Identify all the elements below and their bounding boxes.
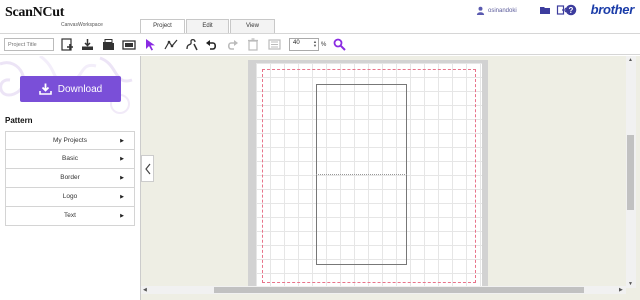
caret-right-icon: ▶: [120, 194, 124, 200]
scroll-up-arrow-icon[interactable]: ▲: [628, 57, 633, 63]
left-panel: Download Pattern My Projects ▶ Basic ▶ B…: [0, 56, 138, 300]
caret-right-icon: ▶: [120, 175, 124, 181]
delete-button[interactable]: [245, 37, 261, 52]
download-button[interactable]: Download: [20, 76, 121, 102]
undo-button[interactable]: [203, 37, 219, 52]
new-project-button[interactable]: [59, 37, 75, 52]
app-window: ScanNCut CanvasWorkspace Project Edit Vi…: [0, 0, 640, 300]
scan-icon: [122, 40, 136, 50]
undo-icon: [205, 40, 216, 50]
download-icon: [38, 83, 52, 95]
pattern-item-my-projects[interactable]: My Projects ▶: [5, 131, 135, 150]
scroll-down-arrow-icon[interactable]: ▼: [628, 281, 633, 287]
caret-right-icon: ▶: [120, 213, 124, 219]
zoom-input[interactable]: 40 ▲ ▼: [289, 38, 319, 51]
zoom-button[interactable]: [331, 37, 347, 52]
user-account[interactable]: osinandoki: [476, 6, 517, 15]
pattern-item-label: Border: [60, 174, 80, 181]
node-edit-icon: [164, 39, 178, 50]
pattern-item-basic[interactable]: Basic ▶: [5, 150, 135, 169]
download-label: Download: [57, 83, 103, 95]
import-icon: [81, 39, 93, 50]
tab-view[interactable]: View: [230, 19, 275, 33]
select-arrow-icon: [145, 39, 155, 51]
scan-button[interactable]: [121, 37, 137, 52]
new-project-icon: [60, 38, 73, 51]
select-tool-button[interactable]: [142, 37, 158, 52]
pattern-heading: Pattern: [5, 116, 33, 125]
caret-right-icon: ▶: [120, 138, 124, 144]
import-button[interactable]: [79, 37, 95, 52]
pattern-item-border[interactable]: Border ▶: [5, 169, 135, 188]
project-title-input[interactable]: [4, 38, 54, 51]
node-edit-button[interactable]: [163, 37, 179, 52]
freehand-button[interactable]: [183, 37, 199, 52]
tab-project[interactable]: Project: [140, 19, 185, 33]
fold-line: [316, 174, 407, 175]
zoom-value: 40: [293, 40, 300, 46]
help-icon[interactable]: ?: [565, 4, 577, 16]
chevron-left-icon: [144, 163, 150, 174]
pattern-item-logo[interactable]: Logo ▶: [5, 188, 135, 207]
svg-text:?: ?: [569, 6, 574, 15]
open-button[interactable]: [100, 37, 116, 52]
caret-right-icon: ▶: [120, 156, 124, 162]
pattern-item-label: My Projects: [53, 137, 87, 144]
open-folder-icon: [102, 39, 114, 50]
pattern-item-label: Logo: [62, 193, 78, 200]
zoom-spinner[interactable]: ▲ ▼: [313, 40, 317, 48]
scroll-left-arrow-icon[interactable]: ◀: [143, 287, 147, 293]
tab-edit[interactable]: Edit: [186, 19, 229, 33]
logo-text: ScanNCut: [5, 5, 65, 20]
fit-icon: [267, 39, 281, 50]
zoom-search-icon: [333, 38, 346, 51]
horizontal-scroll-thumb[interactable]: [214, 287, 584, 293]
pattern-menu: My Projects ▶ Basic ▶ Border ▶ Logo ▶ Te…: [5, 131, 135, 226]
freehand-icon: [185, 38, 198, 51]
username: osinandoki: [488, 7, 517, 14]
folder-icon[interactable]: [539, 4, 551, 16]
scroll-right-arrow-icon[interactable]: ▶: [619, 287, 623, 293]
menu-tabs: Project Edit View: [140, 19, 276, 33]
delete-icon: [248, 38, 258, 51]
fit-button[interactable]: [266, 37, 282, 52]
vertical-scroll-thumb[interactable]: [627, 135, 634, 210]
logo-subtext: CanvasWorkspace: [61, 22, 103, 28]
pattern-item-text[interactable]: Text ▶: [5, 207, 135, 226]
pattern-item-label: Text: [64, 212, 76, 219]
toolbar: 40 ▲▼ %: [0, 33, 640, 55]
user-icon: [476, 6, 485, 15]
redo-button[interactable]: [224, 37, 240, 52]
redo-icon: [227, 40, 238, 50]
collapse-panel-button[interactable]: [141, 155, 154, 182]
brother-logo: brother: [590, 2, 635, 17]
scanncut-logo[interactable]: ScanNCut CanvasWorkspace: [5, 2, 103, 34]
pattern-item-label: Basic: [62, 155, 78, 162]
zoom-unit: %: [321, 42, 327, 48]
